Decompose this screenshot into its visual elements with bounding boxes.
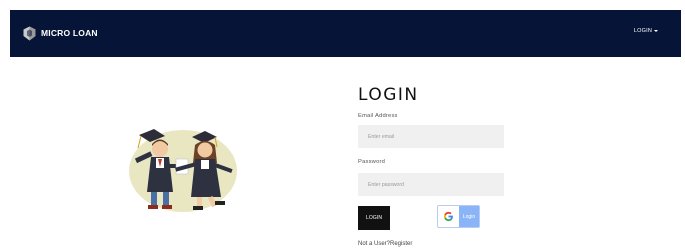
brand-logo-icon xyxy=(23,26,36,40)
caret-down-icon xyxy=(654,30,658,32)
brand-name: MICRO LOAN xyxy=(41,28,98,38)
password-field[interactable] xyxy=(358,173,504,196)
login-dropdown-label: LOGIN xyxy=(633,28,652,34)
email-field[interactable] xyxy=(358,125,504,148)
email-label: Email Address xyxy=(358,113,398,119)
brand[interactable]: MICRO LOAN xyxy=(23,25,98,41)
google-g-icon xyxy=(438,206,459,227)
password-label: Password xyxy=(358,159,386,165)
navbar: MICRO LOAN LOGIN xyxy=(10,10,681,57)
google-login-button[interactable]: Login xyxy=(437,205,480,228)
graduates-illustration xyxy=(129,129,237,212)
register-prompt: Not a User?Register xyxy=(358,241,412,247)
login-heading: LOGIN xyxy=(358,85,419,105)
login-dropdown[interactable]: LOGIN xyxy=(634,28,658,34)
google-login-label: Login xyxy=(459,206,479,227)
register-link[interactable]: Register xyxy=(390,241,412,247)
not-user-text: Not a User? xyxy=(358,241,391,247)
login-button[interactable]: LOGIN xyxy=(358,206,390,230)
